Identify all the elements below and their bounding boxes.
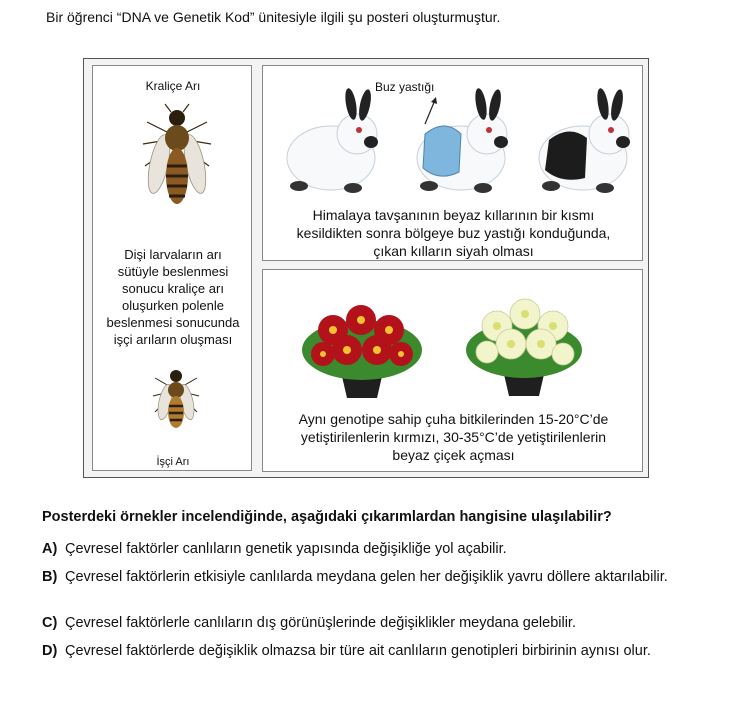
- option-key: C): [42, 615, 58, 631]
- primrose-description: Aynı genotipe sahip çuha bitkilerinden 1…: [263, 410, 644, 464]
- rabbit-desc-line: Himalaya tavşanının beyaz kıllarının bir…: [312, 207, 595, 223]
- primrose-desc-line: yetiştirilenlerin kırmızı, 30-35°C’de ye…: [300, 429, 607, 445]
- rabbit-black-patch-image: [538, 88, 630, 193]
- primrose-desc-line: Aynı genotipe sahip çuha bitkilerinden 1…: [298, 411, 609, 427]
- panel-primroses: Aynı genotipe sahip çuha bitkilerinden 1…: [262, 269, 643, 472]
- option-key: D): [42, 643, 58, 659]
- option-key: B): [42, 569, 58, 585]
- queen-bee-image: [142, 103, 212, 204]
- worker-bee-label: İşçi Arı: [156, 456, 190, 468]
- option-c[interactable]: C) Çevresel faktörlerle canlıların dış gö…: [42, 614, 712, 632]
- option-text: Çevresel faktörlerde değişiklik olmazsa …: [65, 643, 651, 659]
- bee-desc-line: sütüyle beslenmesi: [117, 264, 229, 279]
- bee-desc-line: beslenmesi sonucunda: [106, 315, 240, 330]
- panel-rabbits: Buz yastığı Himalaya tavşanının beyaz kı…: [262, 65, 643, 261]
- rabbit-description: Himalaya tavşanının beyaz kıllarının bir…: [263, 206, 644, 260]
- worker-bee-image: [152, 370, 200, 428]
- panel-bees: Kraliçe Arı Dişi larvaların arı sütüyle …: [92, 65, 252, 471]
- poster: Kraliçe Arı Dişi larvaların arı sütüyle …: [83, 58, 649, 478]
- bee-desc-line: işçi arıların oluşması: [113, 332, 233, 347]
- primrose-desc-line: beyaz çiçek açması: [392, 447, 515, 463]
- option-a[interactable]: A) Çevresel faktörler canlıların genetik …: [42, 540, 712, 558]
- queen-bee-label: Kraliçe Arı: [145, 79, 201, 93]
- rabbit-desc-line: çıkan kılların siyah olması: [373, 243, 534, 259]
- option-b[interactable]: B) Çevresel faktörlerin etkisiyle canlıla…: [42, 568, 712, 586]
- bee-desc-line: sonucu kraliçe arı: [122, 281, 224, 296]
- bee-desc-line: oluşurken polenle: [122, 298, 224, 313]
- rabbit-ice-pack-image: [416, 88, 508, 193]
- option-text: Çevresel faktörlerle canlıların dış görü…: [65, 615, 576, 631]
- question-text: Posterdeki örnekler incelendiğinde, aşağ…: [42, 509, 612, 525]
- rabbit-desc-line: kesildikten sonra bölgeye buz yastığı ko…: [296, 225, 611, 241]
- option-text: Çevresel faktörler canlıların genetik ya…: [65, 541, 507, 557]
- option-key: A): [42, 541, 58, 557]
- bee-desc-line: Dişi larvaların arı: [124, 247, 222, 262]
- bee-description: Dişi larvaların arı sütüyle beslenmesi s…: [93, 246, 253, 348]
- option-text: Çevresel faktörlerin etkisiyle canlılard…: [65, 569, 668, 585]
- red-primrose-image: [302, 305, 422, 398]
- intro-text: Bir öğrenci “DNA ve Genetik Kod” ünitesi…: [46, 9, 501, 25]
- option-d[interactable]: D) Çevresel faktörlerde değişiklik olmazs…: [42, 642, 712, 660]
- rabbit-white-image: [286, 88, 378, 193]
- white-primrose-image: [466, 298, 582, 396]
